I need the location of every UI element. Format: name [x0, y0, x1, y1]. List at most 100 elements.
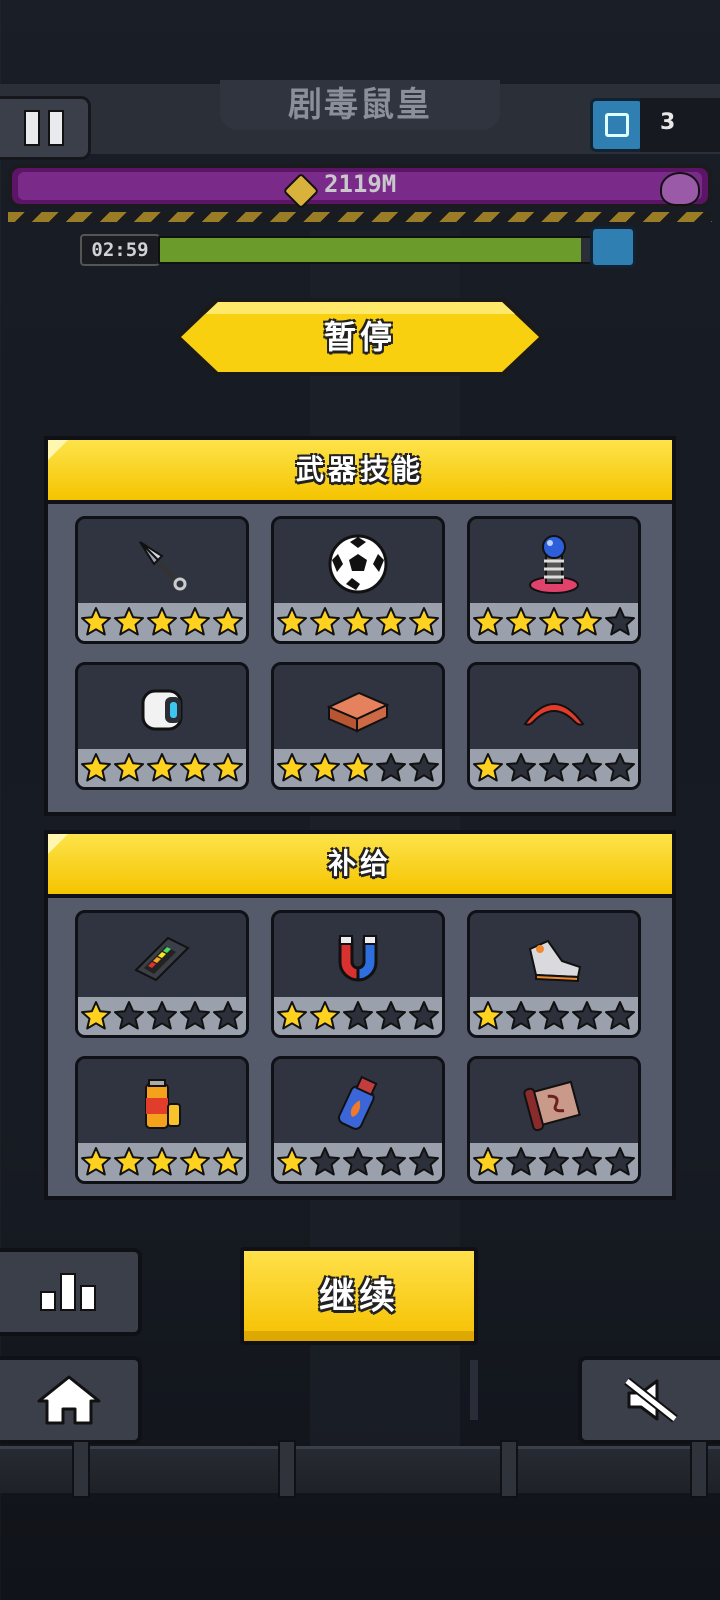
skill-slot[interactable] — [271, 662, 445, 790]
weapon-skills-grid — [48, 504, 672, 802]
treasure-chest-icon — [590, 98, 644, 152]
star-empty-icon — [505, 752, 537, 784]
star-filled-icon — [375, 606, 407, 638]
star-empty-icon — [375, 1146, 407, 1178]
star-empty-icon — [375, 752, 407, 784]
star-empty-icon — [408, 1000, 440, 1032]
star-filled-icon — [212, 606, 244, 638]
star-filled-icon — [276, 606, 308, 638]
reward-chest-icon — [590, 226, 636, 268]
star-filled-icon — [179, 752, 211, 784]
star-rating — [274, 603, 442, 641]
star-rating — [470, 1143, 638, 1181]
star-filled-icon — [309, 752, 341, 784]
rail-post — [72, 1440, 90, 1498]
rail-post — [278, 1440, 296, 1498]
skill-slot[interactable] — [271, 516, 445, 644]
star-empty-icon — [408, 752, 440, 784]
chest-count-panel — [640, 98, 720, 152]
skill-slot[interactable] — [75, 516, 249, 644]
star-empty-icon — [571, 752, 603, 784]
star-filled-icon — [342, 752, 374, 784]
mute-button[interactable] — [578, 1356, 720, 1444]
energy-drink-icon — [127, 1069, 197, 1139]
star-empty-icon — [538, 1000, 570, 1032]
kunai-icon — [127, 529, 197, 599]
star-empty-icon — [113, 1000, 145, 1032]
star-filled-icon — [309, 1000, 341, 1032]
star-empty-icon — [538, 752, 570, 784]
continue-button[interactable]: 继续 — [240, 1247, 478, 1345]
skill-slot[interactable] — [271, 1056, 445, 1184]
star-empty-icon — [604, 1146, 636, 1178]
home-button[interactable] — [0, 1356, 142, 1444]
boss-name: 剧毒鼠皇 — [220, 80, 500, 130]
star-rating — [78, 749, 246, 787]
bar-chart-icon — [40, 1273, 96, 1311]
mute-icon — [624, 1377, 678, 1423]
star-empty-icon — [571, 1146, 603, 1178]
star-filled-icon — [276, 1000, 308, 1032]
wave-progress-fill — [160, 238, 582, 262]
star-filled-icon — [408, 606, 440, 638]
star-filled-icon — [179, 606, 211, 638]
star-filled-icon — [309, 606, 341, 638]
star-filled-icon — [212, 1146, 244, 1178]
skill-slot[interactable] — [271, 910, 445, 1038]
star-filled-icon — [505, 606, 537, 638]
hazard-stripe — [8, 212, 712, 222]
pause-banner: 暂停 — [175, 298, 545, 376]
sneaker-icon — [519, 923, 589, 993]
rail-post — [690, 1440, 708, 1498]
star-empty-icon — [505, 1000, 537, 1032]
star-rating — [470, 603, 638, 641]
star-filled-icon — [146, 1146, 178, 1178]
skill-slot[interactable] — [467, 910, 641, 1038]
star-empty-icon — [604, 752, 636, 784]
star-filled-icon — [276, 1146, 308, 1178]
star-filled-icon — [472, 752, 504, 784]
home-icon — [37, 1375, 101, 1425]
stats-button[interactable] — [0, 1248, 142, 1336]
star-filled-icon — [80, 1000, 112, 1032]
star-empty-icon — [505, 1146, 537, 1178]
star-filled-icon — [179, 1146, 211, 1178]
fire-bottle-icon — [323, 1069, 393, 1139]
star-empty-icon — [408, 1146, 440, 1178]
tesla-coil-icon — [519, 529, 589, 599]
supply-grid — [48, 898, 672, 1196]
star-empty-icon — [375, 1000, 407, 1032]
boss-skull-icon — [660, 172, 700, 206]
soccer-ball-icon — [323, 529, 393, 599]
skill-slot[interactable] — [75, 910, 249, 1038]
skill-slot[interactable] — [75, 662, 249, 790]
supply-panel: 补给 — [44, 830, 676, 1200]
star-empty-icon — [212, 1000, 244, 1032]
star-empty-icon — [146, 1000, 178, 1032]
star-rating — [470, 997, 638, 1035]
wave-timer: 02:59 — [80, 234, 160, 266]
weapon-skills-title: 武器技能 — [48, 440, 672, 504]
star-empty-icon — [604, 1000, 636, 1032]
star-filled-icon — [212, 752, 244, 784]
guard-rail — [0, 1446, 720, 1493]
star-empty-icon — [604, 606, 636, 638]
supply-title: 补给 — [48, 834, 672, 898]
skill-slot[interactable] — [75, 1056, 249, 1184]
skill-slot[interactable] — [467, 1056, 641, 1184]
pause-button[interactable] — [0, 96, 91, 160]
skill-slot[interactable] — [467, 662, 641, 790]
star-rating — [274, 1143, 442, 1181]
star-empty-icon — [342, 1146, 374, 1178]
star-rating — [470, 749, 638, 787]
wave-progress-bar — [158, 236, 592, 264]
magnet-icon — [323, 923, 393, 993]
chest-count: 3 — [660, 110, 676, 135]
star-filled-icon — [472, 606, 504, 638]
battery-pack-icon — [127, 923, 197, 993]
drone-icon — [127, 675, 197, 745]
star-filled-icon — [113, 606, 145, 638]
brick-icon — [323, 675, 393, 745]
scroll-icon — [519, 1069, 589, 1139]
skill-slot[interactable] — [467, 516, 641, 644]
